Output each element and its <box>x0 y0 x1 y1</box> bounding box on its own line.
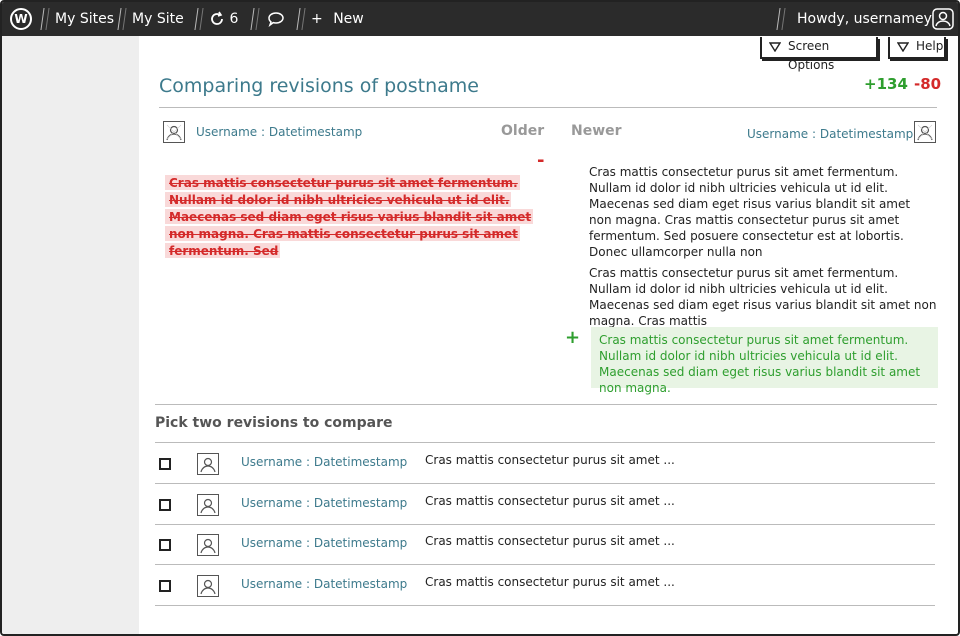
revision-row: Username : Datetimestamp Cras mattis con… <box>155 524 935 565</box>
removed-marker: - <box>537 150 545 171</box>
user-avatar-icon <box>197 453 219 475</box>
revision-user-link[interactable]: Username : Datetimestamp <box>241 577 407 591</box>
separator <box>117 8 127 30</box>
app-window: W My Sites My Site 6 + New Howdy, userna… <box>0 0 960 636</box>
plus-icon: + <box>311 11 323 27</box>
divider <box>159 107 937 108</box>
refresh-icon <box>211 11 223 25</box>
divider <box>155 404 937 405</box>
my-sites-menu[interactable]: My Sites <box>55 2 114 36</box>
page-title: Comparing revisions of postname <box>159 75 479 97</box>
my-site-menu[interactable]: My Site <box>132 2 184 36</box>
comments-menu[interactable] <box>267 2 285 36</box>
revision-checkbox[interactable] <box>159 458 171 470</box>
help-label: Help <box>916 39 944 53</box>
user-avatar-icon <box>197 575 219 597</box>
revision-excerpt: Cras mattis consectetur purus sit amet .… <box>425 494 675 508</box>
user-avatar-icon <box>197 494 219 516</box>
user-avatar-icon <box>163 121 185 143</box>
revision-checkbox[interactable] <box>159 580 171 592</box>
logo-letter: W <box>12 10 30 28</box>
separator <box>776 8 786 30</box>
separator <box>194 8 204 30</box>
help-button[interactable]: Help <box>888 37 946 59</box>
separator <box>40 8 50 30</box>
wordpress-logo-icon[interactable]: W <box>10 8 32 30</box>
deleted-text-block: Cras mattis consectetur purus sit amet f… <box>165 175 534 260</box>
updates-menu[interactable]: 6 <box>209 2 238 36</box>
revision-row: Username : Datetimestamp Cras mattis con… <box>155 443 935 484</box>
older-column-label: Older <box>501 123 545 139</box>
screen-options-button[interactable]: Screen Options <box>760 37 878 72</box>
newer-paragraph-1: Cras mattis consectetur purus sit amet f… <box>589 165 911 259</box>
revision-user-link[interactable]: Username : Datetimestamp <box>241 455 407 469</box>
divider <box>155 605 935 606</box>
user-avatar-icon <box>914 121 936 143</box>
user-account-icon[interactable] <box>932 8 954 30</box>
user-avatar-icon <box>197 534 219 556</box>
speech-bubble-icon <box>268 12 284 27</box>
revision-user-link[interactable]: Username : Datetimestamp <box>241 496 407 510</box>
admin-sidebar <box>2 36 139 634</box>
new-content-menu[interactable]: + New <box>311 2 364 36</box>
older-revision-user-link[interactable]: Username : Datetimestamp <box>196 125 362 139</box>
revision-user-link[interactable]: Username : Datetimestamp <box>241 536 407 550</box>
newer-column-label: Newer <box>571 123 622 139</box>
revision-excerpt: Cras mattis consectetur purus sit amet .… <box>425 534 675 548</box>
added-count: +134 <box>864 75 908 93</box>
deleted-text: Cras mattis consectetur purus sit amet f… <box>165 175 534 258</box>
admin-bar: W My Sites My Site 6 + New Howdy, userna… <box>2 2 958 36</box>
howdy-greeting[interactable]: Howdy, usernamey <box>797 2 932 36</box>
added-marker: + <box>565 327 581 348</box>
revision-excerpt: Cras mattis consectetur purus sit amet .… <box>425 575 675 589</box>
revision-checkbox[interactable] <box>159 539 171 551</box>
triangle-down-icon <box>769 42 781 52</box>
revisions-section-title: Pick two revisions to compare <box>155 415 393 431</box>
separator <box>250 8 260 30</box>
revision-checkbox[interactable] <box>159 499 171 511</box>
revision-row: Username : Datetimestamp Cras mattis con… <box>155 484 935 525</box>
screen-options-label: Screen Options <box>788 39 835 72</box>
revision-excerpt: Cras mattis consectetur purus sit amet .… <box>425 453 675 467</box>
separator <box>296 8 306 30</box>
revision-row: Username : Datetimestamp Cras mattis con… <box>155 565 935 606</box>
triangle-down-icon <box>897 42 909 52</box>
new-label: New <box>333 11 364 27</box>
updates-count: 6 <box>229 11 239 27</box>
removed-count: -80 <box>914 75 942 93</box>
newer-paragraph-2: Cras mattis consectetur purus sit amet f… <box>589 266 937 328</box>
added-text-block: Cras mattis consectetur purus sit amet f… <box>591 327 938 395</box>
newer-revision-user-link[interactable]: Username : Datetimestamp <box>747 127 913 141</box>
